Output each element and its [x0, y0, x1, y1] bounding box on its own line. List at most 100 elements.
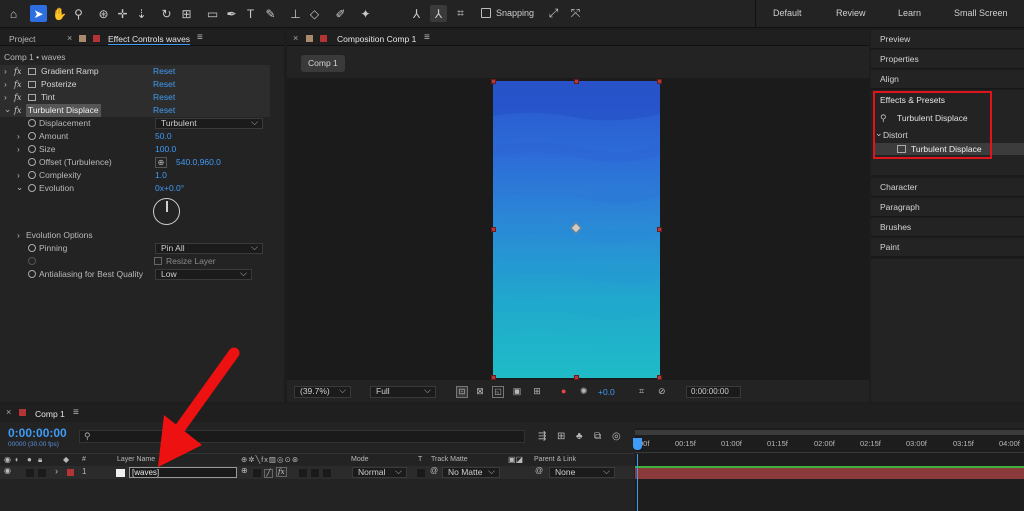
snapping-options-icon[interactable]: ⤢ — [545, 5, 562, 22]
stopwatch-icon[interactable] — [28, 171, 36, 179]
transform-handle[interactable] — [574, 79, 579, 84]
timeline-graph-area[interactable]: 00f 00:15f 01:00f 01:15f 02:00f 02:15f 0… — [633, 428, 1024, 511]
antialiasing-dropdown[interactable]: Low — [155, 269, 252, 280]
tab-timeline-comp[interactable]: Comp 1 — [35, 409, 65, 419]
panel-properties[interactable]: Properties — [871, 50, 1024, 69]
effect-row-gradient-ramp[interactable]: › fx Gradient Ramp Reset — [0, 65, 270, 78]
panel-menu-icon[interactable]: ≡ — [197, 32, 203, 43]
video-toggle-icon[interactable]: ◉ — [4, 455, 11, 464]
motion-blur-icon[interactable]: ◎ — [612, 431, 621, 442]
transparency-grid-icon[interactable]: ⊠ — [474, 386, 486, 398]
rotation-tool-icon[interactable]: ↻ — [158, 5, 175, 22]
fx-toggle-icon[interactable]: fx — [14, 78, 21, 91]
lock-column-icon[interactable]: 🔒︎ — [38, 455, 42, 465]
reset-button[interactable]: Reset — [153, 78, 175, 91]
panel-menu-icon[interactable]: ≡ — [73, 407, 79, 418]
size-value[interactable]: 100.0 — [155, 143, 176, 156]
brush-tool-icon[interactable]: ✎ — [262, 5, 279, 22]
orbit-camera-icon[interactable]: ⊛ — [95, 5, 112, 22]
workspace-default[interactable]: Default — [773, 8, 802, 18]
transform-handle[interactable] — [491, 227, 496, 232]
lock-toggle[interactable] — [38, 469, 46, 477]
stopwatch-icon[interactable] — [28, 145, 36, 153]
workspace-small-screen[interactable]: Small Screen — [954, 8, 1008, 18]
axis-world-icon[interactable]: ⅄ — [430, 5, 447, 22]
panel-preview[interactable]: Preview — [871, 30, 1024, 49]
pan-behind-tool-icon[interactable]: ⊞ — [178, 5, 195, 22]
chevron-right-icon[interactable]: › — [55, 466, 58, 476]
close-tab-icon[interactable]: × — [6, 407, 11, 417]
solo-toggle[interactable] — [26, 469, 34, 477]
chevron-down-icon[interactable]: ⌄ — [4, 103, 11, 116]
column-mode[interactable]: Mode — [351, 456, 369, 463]
pan-camera-icon[interactable]: ✛ — [114, 5, 131, 22]
audio-toggle-icon[interactable]: ◖ — [14, 455, 19, 464]
evolution-dial[interactable] — [153, 198, 180, 225]
exposure-reset-icon[interactable]: ✺ — [580, 386, 588, 397]
eraser-tool-icon[interactable]: ◇ — [306, 5, 323, 22]
offset-value[interactable]: 540.0,960.0 — [176, 156, 221, 169]
clone-stamp-icon[interactable]: ⊥ — [287, 5, 304, 22]
viewer-timecode[interactable]: 0:00:00:00 — [686, 386, 741, 398]
chevron-right-icon[interactable]: › — [17, 143, 20, 156]
stopwatch-icon[interactable] — [28, 132, 36, 140]
layer-duration-bar[interactable] — [635, 466, 1024, 479]
track-matte-dropdown[interactable]: No Matte — [442, 467, 500, 478]
complexity-value[interactable]: 1.0 — [155, 169, 167, 182]
transform-handle[interactable] — [574, 375, 579, 380]
transform-handle[interactable] — [657, 79, 662, 84]
close-tab-icon[interactable]: × — [293, 33, 298, 43]
prop-evolution-options[interactable]: › Evolution Options — [0, 229, 270, 242]
guides-icon[interactable]: ⊞ — [531, 386, 543, 398]
snapping-checkbox[interactable] — [481, 8, 491, 18]
playhead-handle[interactable] — [633, 438, 642, 450]
resolution-dropdown[interactable]: Full — [370, 386, 436, 398]
effect-row-turbulent-displace[interactable]: ⌄ fx Turbulent Displace Reset — [0, 104, 270, 117]
panel-brushes[interactable]: Brushes — [871, 218, 1024, 237]
amount-value[interactable]: 50.0 — [155, 130, 172, 143]
type-tool-icon[interactable]: T — [242, 5, 259, 22]
zoom-tool-icon[interactable]: ⚲ — [70, 5, 87, 22]
parent-pickwhip-icon[interactable]: @ — [535, 466, 543, 475]
roto-brush-icon[interactable]: ✐ — [332, 5, 349, 22]
reset-button[interactable]: Reset — [153, 65, 175, 78]
displacement-dropdown[interactable]: Turbulent — [155, 118, 263, 129]
layer-label-color[interactable] — [67, 469, 74, 476]
panel-paragraph[interactable]: Paragraph — [871, 198, 1024, 217]
fx-switch-icon[interactable]: fx — [276, 467, 287, 477]
puppet-pin-icon[interactable]: ✦ — [357, 5, 374, 22]
panel-character[interactable]: Character — [871, 178, 1024, 197]
panel-paint[interactable]: Paint — [871, 238, 1024, 257]
switch-box[interactable] — [253, 469, 261, 477]
fx-toggle-icon[interactable]: fx — [14, 91, 21, 104]
region-of-interest-icon[interactable]: ▣ — [511, 386, 523, 398]
preserve-transparency-box[interactable] — [417, 469, 425, 477]
column-parent-link[interactable]: Parent & Link — [534, 456, 576, 463]
chevron-down-icon[interactable]: ⌄ — [16, 181, 23, 194]
transform-handle[interactable] — [657, 375, 662, 380]
snapshot-icon[interactable]: ⌗ — [639, 386, 644, 397]
time-ruler[interactable]: 00f 00:15f 01:00f 01:15f 02:00f 02:15f 0… — [635, 437, 1024, 453]
shy-layers-icon[interactable]: ♣ — [576, 431, 583, 442]
stopwatch-icon[interactable] — [28, 158, 36, 166]
visibility-eye-icon[interactable]: ◉ — [4, 466, 11, 475]
stopwatch-icon[interactable] — [28, 119, 36, 127]
comp-viewer[interactable] — [287, 78, 869, 380]
work-area-bar[interactable] — [635, 430, 1024, 435]
track-matte-pickwhip-icon[interactable]: @ — [430, 466, 438, 475]
channel-icon[interactable]: ● — [561, 386, 566, 396]
frame-blending-icon[interactable]: ⧉ — [594, 431, 601, 442]
hand-tool-icon[interactable]: ✋ — [51, 5, 68, 22]
reset-button[interactable]: Reset — [153, 91, 175, 104]
workspace-learn[interactable]: Learn — [898, 8, 921, 18]
current-time[interactable]: 0:00:00:00 — [8, 426, 67, 440]
pen-tool-icon[interactable]: ✒ — [223, 5, 240, 22]
home-icon[interactable]: ⌂ — [5, 5, 22, 22]
fx-toggle-icon[interactable]: fx — [14, 65, 21, 78]
selection-tool-icon[interactable]: ➤ — [30, 5, 47, 22]
magnification-dropdown[interactable]: (39.7%) — [294, 386, 351, 398]
rectangle-tool-icon[interactable]: ▭ — [204, 5, 221, 22]
panel-align[interactable]: Align — [871, 70, 1024, 89]
pinning-dropdown[interactable]: Pin All — [155, 243, 263, 254]
tab-composition[interactable]: Composition Comp 1 — [337, 34, 416, 44]
